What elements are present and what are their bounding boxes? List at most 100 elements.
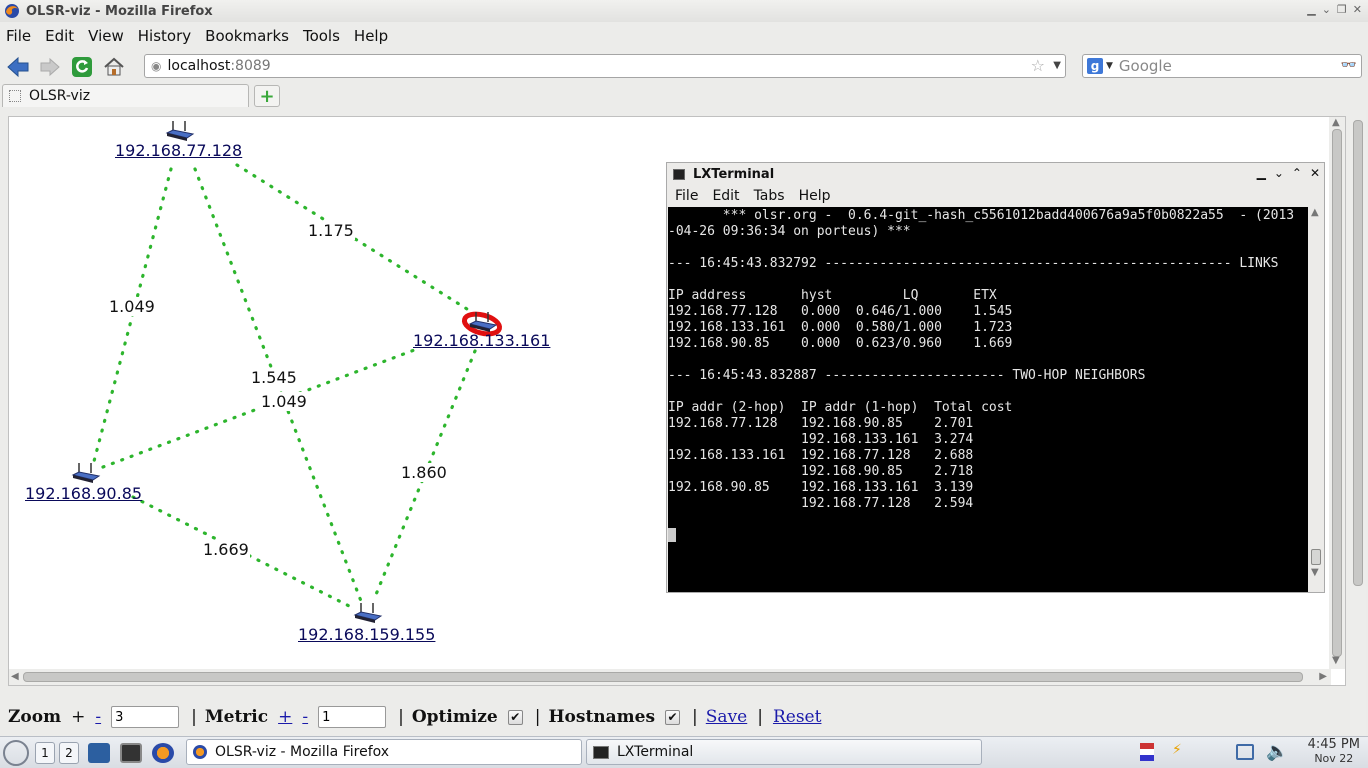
reload-button[interactable] <box>68 53 96 81</box>
tab-label: OLSR-viz <box>29 88 91 104</box>
metric-minus-link[interactable]: - <box>302 707 308 727</box>
restore-icon[interactable]: ❐ <box>1337 3 1347 16</box>
terminal-menu-file[interactable]: File <box>675 188 698 204</box>
show-desktop-icon[interactable] <box>88 742 110 763</box>
separator: | <box>191 707 197 727</box>
search-bar[interactable]: g ▼ Google 👓 <box>1082 54 1362 78</box>
terminal-line: 192.168.133.161 192.168.77.128 2.688 <box>668 448 974 463</box>
terminal-title: LXTerminal <box>693 166 775 182</box>
scrollbar-thumb[interactable] <box>1353 120 1363 586</box>
binoculars-icon[interactable]: 👓 <box>1341 58 1357 73</box>
terminal-scrollbar[interactable]: ▲ ▼ <box>1308 207 1324 592</box>
firefox-launcher-icon[interactable] <box>152 742 174 763</box>
tab-olsr-viz[interactable]: OLSR-viz <box>2 84 249 107</box>
page-vertical-scrollbar[interactable] <box>1350 110 1366 736</box>
forward-button[interactable] <box>36 53 64 81</box>
edge-cost-label: 1.669 <box>202 540 250 559</box>
back-button[interactable] <box>4 53 32 81</box>
chevron-down-icon[interactable]: ▼ <box>1106 61 1113 71</box>
content-vertical-scrollbar[interactable]: ▲ ▼ <box>1329 117 1345 669</box>
router-icon[interactable] <box>165 121 195 141</box>
menu-history[interactable]: History <box>138 27 191 45</box>
node-ip-link[interactable]: 192.168.133.161 <box>413 331 550 350</box>
terminal-line: 192.168.77.128 2.594 <box>668 496 974 511</box>
content-horizontal-scrollbar[interactable]: ◀ ▶ <box>9 669 1331 685</box>
menu-edit[interactable]: Edit <box>45 27 74 45</box>
close-icon[interactable]: ✕ <box>1310 166 1320 180</box>
zoom-input[interactable] <box>111 706 180 728</box>
desktop-2-button[interactable]: 2 <box>59 741 79 764</box>
scroll-down-icon[interactable]: ▼ <box>1311 567 1319 578</box>
power-icon[interactable]: ⚡ <box>1172 742 1188 762</box>
keyboard-layout-icon[interactable] <box>1140 743 1154 761</box>
bookmark-star-icon[interactable]: ☆ <box>1031 56 1045 75</box>
scrollbar-thumb[interactable] <box>23 672 1303 682</box>
node-ip-link[interactable]: 192.168.159.155 <box>298 625 435 644</box>
terminal-line: --- 16:45:43.832792 --------------------… <box>668 256 1279 271</box>
firefox-icon <box>5 4 19 18</box>
hostnames-checkbox[interactable]: ✔ <box>665 709 681 725</box>
minimize-icon[interactable]: ▁ <box>1257 166 1266 180</box>
scroll-down-icon[interactable]: ▼ <box>1332 655 1340 666</box>
menu-help[interactable]: Help <box>354 27 388 45</box>
node-ip-link[interactable]: 192.168.90.85 <box>25 484 142 503</box>
edge-cost-label: 1.860 <box>400 463 448 482</box>
hostnames-label: Hostnames <box>548 707 656 727</box>
terminal-line: 192.168.77.128 192.168.90.85 2.701 <box>668 416 974 431</box>
scrollbar-thumb[interactable] <box>1332 129 1342 657</box>
scroll-up-icon[interactable]: ▲ <box>1332 117 1340 128</box>
metric-input[interactable] <box>318 706 387 728</box>
start-menu-button[interactable] <box>3 739 29 766</box>
new-tab-button[interactable]: + <box>254 85 280 107</box>
desktop-1-button[interactable]: 1 <box>35 741 55 764</box>
volume-icon[interactable]: 🔈 <box>1266 741 1288 762</box>
terminal-line: 192.168.90.85 192.168.133.161 3.139 <box>668 480 974 495</box>
search-input[interactable]: Google <box>1119 57 1172 75</box>
terminal-menu-help[interactable]: Help <box>799 188 831 204</box>
terminal-titlebar[interactable]: LXTerminal ▁ ⌄ ⌃ ✕ <box>667 163 1324 185</box>
terminal-launcher-icon[interactable] <box>120 742 142 763</box>
chevron-down-icon[interactable]: ⌄ <box>1274 166 1284 180</box>
zoom-minus-link[interactable]: - <box>95 707 101 727</box>
metric-plus-link[interactable]: + <box>278 707 292 727</box>
terminal-menu-edit[interactable]: Edit <box>712 188 739 204</box>
terminal-window: LXTerminal ▁ ⌄ ⌃ ✕ File Edit Tabs Help *… <box>666 162 1325 593</box>
scrollbar-thumb[interactable] <box>1311 549 1321 565</box>
terminal-output[interactable]: *** olsr.org - 0.6.4-git_-hash_c5561012b… <box>668 207 1308 592</box>
close-icon[interactable]: ✕ <box>1353 3 1362 16</box>
edge-cost-label: 1.049 <box>108 297 156 316</box>
menu-view[interactable]: View <box>88 27 124 45</box>
terminal-menu-tabs[interactable]: Tabs <box>754 188 785 204</box>
node-ip-link[interactable]: 192.168.77.128 <box>115 141 242 160</box>
chevron-down-icon[interactable]: ▼ <box>1053 60 1061 71</box>
terminal-line: *** olsr.org - 0.6.4-git_-hash_c5561012b… <box>668 208 1295 223</box>
router-icon[interactable] <box>71 463 101 483</box>
minimize-icon[interactable]: ▁ <box>1307 3 1315 16</box>
clock[interactable]: 4:45 PM Nov 22 <box>1308 738 1360 766</box>
chevron-down-icon[interactable]: ⌄ <box>1322 3 1331 16</box>
menu-bookmarks[interactable]: Bookmarks <box>205 27 289 45</box>
scroll-left-icon[interactable]: ◀ <box>11 671 19 682</box>
chevron-up-icon[interactable]: ⌃ <box>1292 166 1302 180</box>
save-link[interactable]: Save <box>706 707 747 727</box>
scroll-right-icon[interactable]: ▶ <box>1319 671 1327 682</box>
edge-cost-label: 1.049 <box>260 392 308 411</box>
task-firefox[interactable]: OLSR-viz - Mozilla Firefox <box>186 739 582 765</box>
reset-link[interactable]: Reset <box>773 707 821 727</box>
scroll-up-icon[interactable]: ▲ <box>1311 207 1319 218</box>
menu-tools[interactable]: Tools <box>303 27 340 45</box>
url-bar[interactable]: ◉ localhost:8089 ☆ ▼ <box>144 54 1066 78</box>
plus-icon: + <box>259 85 275 107</box>
task-terminal[interactable]: LXTerminal <box>586 739 982 765</box>
terminal-line: IP address hyst LQ ETX <box>668 288 997 303</box>
home-button[interactable] <box>100 53 128 81</box>
terminal-line: -04-26 09:36:34 on porteus) *** <box>668 224 911 239</box>
optimize-checkbox[interactable]: ✔ <box>507 709 523 725</box>
network-icon[interactable] <box>1236 744 1254 760</box>
network-graph <box>71 121 503 623</box>
router-icon[interactable] <box>353 603 383 623</box>
menu-file[interactable]: File <box>6 27 31 45</box>
terminal-menubar: File Edit Tabs Help <box>667 185 1324 207</box>
google-icon[interactable]: g <box>1087 58 1103 74</box>
